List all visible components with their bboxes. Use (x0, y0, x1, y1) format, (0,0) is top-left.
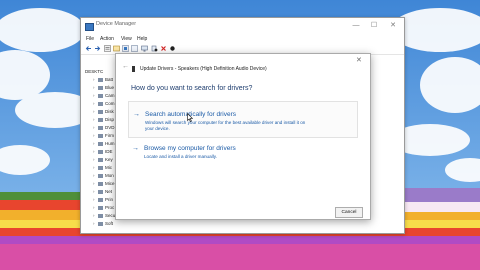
chevron-right-icon: › (93, 141, 95, 146)
update-driver-icon[interactable] (122, 45, 129, 52)
device-icon (98, 190, 103, 194)
menu-view[interactable]: View (121, 36, 132, 42)
device-icon (98, 150, 103, 154)
chevron-right-icon: › (93, 117, 95, 122)
device-icon (98, 78, 103, 82)
dialog-close-button[interactable]: ✕ (356, 56, 362, 64)
menu-bar: File Action View Help (81, 35, 404, 43)
chevron-right-icon: › (93, 165, 95, 170)
chevron-right-icon: › (93, 85, 95, 90)
device-manager-icon (85, 23, 94, 31)
option-description: Locate and install a driver manually. (144, 154, 217, 159)
device-icon (98, 110, 103, 114)
device-icon (98, 134, 103, 138)
dialog-title: Update Drivers - Speakers (High Definiti… (140, 66, 267, 72)
chevron-right-icon: › (93, 149, 95, 154)
dialog-question: How do you want to search for drivers? (131, 85, 253, 92)
chevron-right-icon: › (93, 157, 95, 162)
cursor-icon (187, 113, 193, 122)
arrow-right-icon: → (132, 145, 139, 152)
chevron-right-icon: › (93, 93, 95, 98)
chevron-right-icon: › (93, 125, 95, 130)
tree-item[interactable]: › Soft (93, 221, 119, 228)
search-automatically-option[interactable]: → Search automatically for drivers Windo… (128, 101, 358, 138)
uninstall-icon[interactable] (160, 45, 167, 52)
device-icon (98, 198, 103, 202)
maximize-button[interactable]: ☐ (367, 20, 381, 32)
device-icon (98, 182, 103, 186)
menu-file[interactable]: File (86, 36, 94, 42)
close-button[interactable]: ✕ (386, 20, 400, 32)
menu-help[interactable]: Help (137, 36, 147, 42)
title-bar: Device Manager — ☐ ✕ (81, 18, 404, 35)
device-icon (98, 158, 103, 162)
device-icon (98, 102, 103, 106)
arrow-right-icon: → (133, 111, 140, 118)
disable-icon[interactable] (151, 45, 158, 52)
device-icon (98, 174, 103, 178)
chevron-right-icon: › (93, 197, 95, 202)
monitor-icon[interactable] (141, 45, 148, 52)
chevron-right-icon: › (93, 173, 95, 178)
device-icon (98, 206, 103, 210)
chevron-right-icon: › (93, 133, 95, 138)
chevron-right-icon: › (93, 77, 95, 82)
browse-computer-option[interactable]: → Browse my computer for drivers Locate … (128, 142, 356, 164)
menu-action[interactable]: Action (100, 36, 114, 42)
chevron-right-icon: › (93, 101, 95, 106)
device-icon (98, 142, 103, 146)
device-icon (98, 94, 103, 98)
minimize-button[interactable]: — (349, 20, 363, 32)
device-icon (98, 214, 103, 218)
device-icon (98, 126, 103, 130)
chevron-right-icon: › (93, 213, 95, 218)
cancel-button[interactable]: Cancel (335, 207, 363, 218)
device-icon (98, 222, 103, 226)
update-drivers-dialog: ← Update Drivers - Speakers (High Defini… (115, 53, 371, 220)
chevron-right-icon: › (93, 109, 95, 114)
properties-icon[interactable] (104, 45, 111, 52)
chevron-right-icon: › (93, 205, 95, 210)
option-title: Browse my computer for drivers (144, 145, 236, 152)
scan-icon[interactable] (113, 45, 120, 52)
chevron-right-icon: › (93, 221, 95, 226)
forward-icon[interactable] (94, 45, 101, 52)
device-icon (98, 118, 103, 122)
back-icon[interactable] (85, 45, 92, 52)
option-description: your device. (145, 126, 170, 131)
install-icon[interactable] (169, 45, 176, 52)
device-icon (98, 166, 103, 170)
tree-root[interactable]: DESKTC (85, 69, 103, 74)
window-title: Device Manager (96, 21, 137, 27)
chevron-right-icon: › (93, 181, 95, 186)
help-icon[interactable] (131, 45, 138, 52)
speaker-icon (132, 66, 135, 72)
device-icon (98, 86, 103, 90)
back-arrow-icon[interactable]: ← (122, 63, 129, 70)
chevron-right-icon: › (93, 189, 95, 194)
